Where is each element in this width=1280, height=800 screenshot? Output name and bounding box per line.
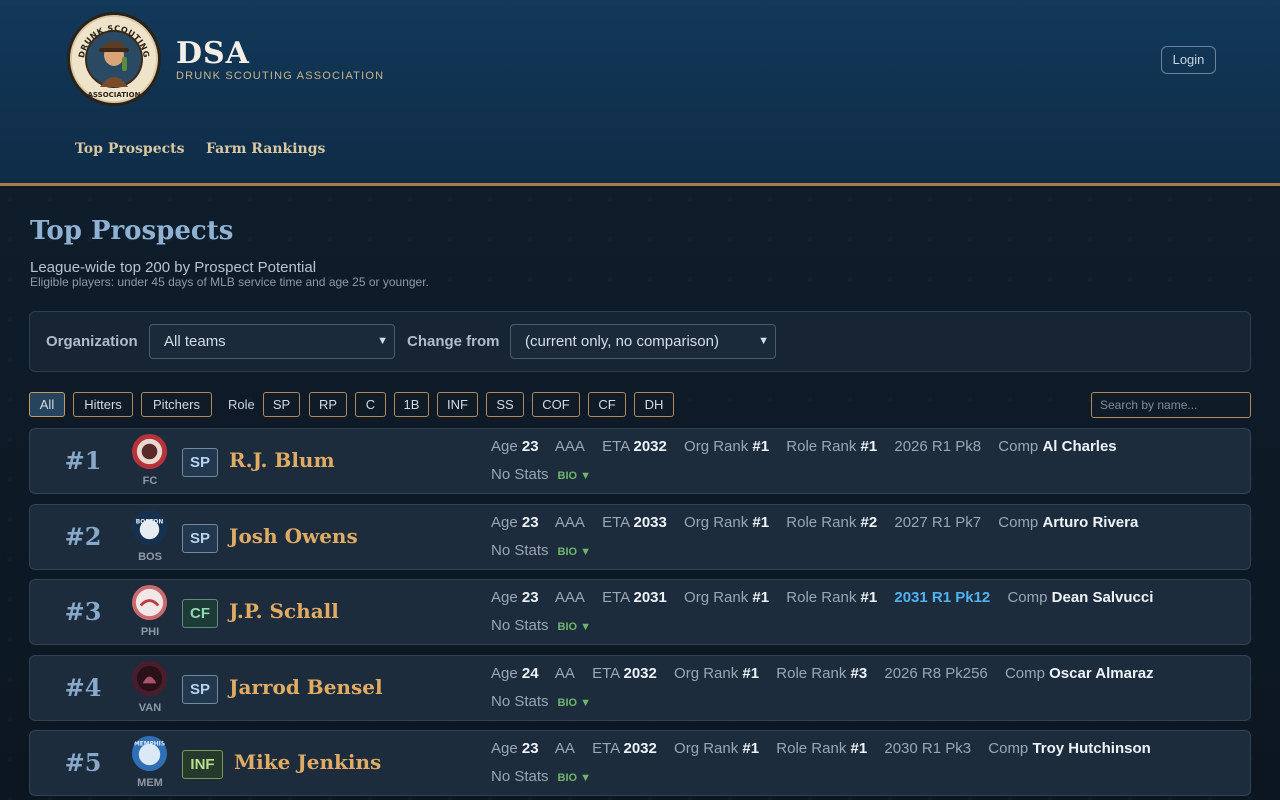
chip-role-cf[interactable]: CF [588,392,626,417]
team-abbreviation: VAN [138,702,162,714]
rank-number: #5 [64,748,102,777]
chip-role-dh[interactable]: DH [634,392,674,417]
prospect-row[interactable]: #5 MEMPHIS MEM INF Mike Jenkins Age 23 A… [29,730,1251,796]
prospect-row[interactable]: #2 BOSTON BOS SP Josh Owens Age 23 AAA E… [29,504,1251,570]
rank-number: #4 [64,673,102,702]
prospect-row[interactable]: #1 FC SP R.J. Blum Age 23 AAA ETA 2032 O… [29,428,1251,494]
prospect-info: Age 23 AA ETA 2032 Org Rank #1 Role Rank… [491,740,1151,757]
organization-select-value: All teams [164,333,226,350]
organization-label: Organization [46,333,138,350]
draft-info: 2026 R1 Pk8 [894,438,982,455]
change-from-select-value: (current only, no comparison) [525,333,719,350]
login-button[interactable]: Login [1161,46,1216,74]
change-from-select[interactable]: (current only, no comparison) ▼ [510,324,776,359]
svg-text:MEMPHIS: MEMPHIS [134,742,165,748]
prospect-info: Age 23 AAA ETA 2031 Org Rank #1 Role Ran… [491,589,1154,606]
chip-role-ss[interactable]: SS [486,392,524,417]
nav-farm-rankings[interactable]: Farm Rankings [206,141,325,157]
team-abbreviation: BOS [138,551,162,563]
team-logo-icon[interactable] [131,433,168,470]
draft-info: 2026 R8 Pk256 [884,665,988,682]
prospect-row[interactable]: #3 PHI CF J.P. Schall Age 23 AAA ETA 203… [29,579,1251,645]
change-from-label: Change from [407,333,500,350]
player-name[interactable]: Mike Jenkins [234,750,381,774]
svg-text:BOSTON: BOSTON [136,520,164,526]
stats-line: No Stats BIO ▼ [491,542,592,559]
page-title: Top Prospects [30,216,234,246]
nav-top-prospects[interactable]: Top Prospects [75,141,185,157]
logo-badge[interactable]: DRUNK SCOUTING ASSOCIATION [67,12,161,106]
chip-role-inf[interactable]: INF [437,392,478,417]
player-name[interactable]: R.J. Blum [229,448,335,472]
stats-line: No Stats BIO ▼ [491,693,592,710]
prospect-info: Age 23 AAA ETA 2033 Org Rank #1 Role Ran… [491,514,1139,531]
position-badge: SP [182,524,218,553]
rank-number: #2 [64,522,102,551]
player-name[interactable]: Josh Owens [229,524,358,548]
brand-title[interactable]: DSA [176,36,250,71]
prospect-info: Age 23 AAA ETA 2032 Org Rank #1 Role Ran… [491,438,1117,455]
draft-info: 2027 R1 Pk7 [894,514,982,531]
role-label: Role [228,397,255,412]
player-name[interactable]: J.P. Schall [229,599,339,623]
stats-line: No Stats BIO ▼ [491,466,592,483]
eligibility-note: Eligible players: under 45 days of MLB s… [30,275,429,289]
organization-select[interactable]: All teams ▼ [149,324,395,359]
bio-toggle[interactable]: BIO ▼ [558,621,592,633]
position-badge: SP [182,448,218,477]
bio-toggle[interactable]: BIO ▼ [558,546,592,558]
team-abbreviation: PHI [140,626,160,638]
site-header: DRUNK SCOUTING ASSOCIATION DSA DRUNK SCO… [0,0,1280,186]
bio-toggle[interactable]: BIO ▼ [558,697,592,709]
svg-text:ASSOCIATION: ASSOCIATION [88,91,141,99]
player-name[interactable]: Jarrod Bensel [229,675,383,699]
bio-toggle[interactable]: BIO ▼ [558,470,592,482]
prospect-row[interactable]: #4 VAN SP Jarrod Bensel Age 24 AA ETA 20… [29,655,1251,721]
position-badge: INF [182,750,223,779]
team-logo-icon[interactable] [131,584,168,621]
chip-hitters[interactable]: Hitters [73,392,133,417]
team-abbreviation: FC [142,475,158,487]
brand-subtitle: DRUNK SCOUTING ASSOCIATION [176,70,385,82]
position-badge: SP [182,675,218,704]
prospect-info: Age 24 AA ETA 2032 Org Rank #1 Role Rank… [491,665,1154,682]
chevron-down-icon: ▼ [377,335,388,347]
chip-role-sp[interactable]: SP [263,392,300,417]
page-subtitle: League-wide top 200 by Prospect Potentia… [30,259,317,276]
chip-role-rp[interactable]: RP [309,392,347,417]
team-abbreviation: MEM [137,777,163,789]
chip-role-1b[interactable]: 1B [394,392,429,417]
chevron-down-icon: ▼ [758,335,769,347]
team-logo-icon[interactable]: BOSTON [131,509,168,546]
position-badge: CF [182,599,218,628]
rank-number: #3 [64,597,102,626]
team-logo-icon[interactable] [131,660,168,697]
stats-line: No Stats BIO ▼ [491,617,592,634]
draft-link[interactable]: 2031 R1 Pk12 [894,589,990,606]
chip-all[interactable]: All [29,392,65,417]
rank-number: #1 [64,446,102,475]
logo-mascot-icon: DRUNK SCOUTING ASSOCIATION [72,17,156,101]
stats-line: No Stats BIO ▼ [491,768,592,785]
team-logo-icon[interactable]: MEMPHIS [131,735,168,772]
chip-role-c[interactable]: C [355,392,386,417]
chip-pitchers[interactable]: Pitchers [141,392,212,417]
search-input[interactable] [1091,392,1251,418]
chip-role-cof[interactable]: COF [532,392,580,417]
bio-toggle[interactable]: BIO ▼ [558,772,592,784]
draft-info: 2030 R1 Pk3 [884,740,972,757]
